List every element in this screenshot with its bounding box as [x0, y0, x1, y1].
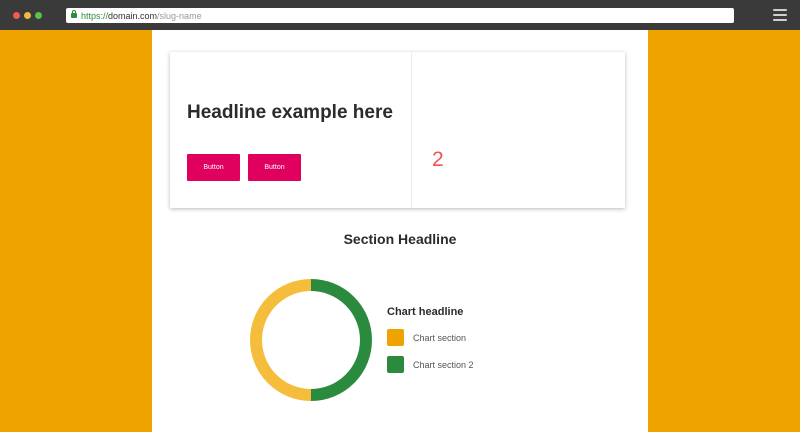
maximize-window-dot[interactable]	[35, 12, 42, 19]
hero-text-panel: Headline example here Button Button	[170, 52, 411, 208]
hero-card: Headline example here Button Button 2	[170, 52, 625, 208]
legend-label: Chart section	[413, 332, 467, 343]
page-content: Headline example here Button Button 2 Se…	[152, 30, 648, 432]
legend-item: Chart section 2	[387, 356, 474, 373]
url-path: /slug-name	[157, 10, 202, 21]
donut-chart	[250, 279, 372, 401]
browser-toolbar: https://domain.com/slug-name	[0, 0, 800, 30]
address-bar[interactable]: https://domain.com/slug-name	[66, 8, 734, 23]
chart-headline: Chart headline	[387, 306, 464, 318]
minimize-window-dot[interactable]	[24, 12, 31, 19]
hamburger-menu-icon[interactable]	[773, 9, 787, 21]
url-domain: domain.com	[108, 10, 158, 21]
primary-button[interactable]: Button	[187, 154, 240, 181]
hero-headline: Headline example here	[187, 102, 393, 123]
legend-item: Chart section	[387, 329, 466, 346]
close-window-dot[interactable]	[13, 12, 20, 19]
donut-arc-right	[310, 279, 372, 401]
section-headline: Section Headline	[343, 231, 457, 247]
hero-panel-number: 2	[432, 148, 444, 171]
legend-swatch	[387, 329, 404, 346]
lock-icon	[71, 10, 77, 20]
url-scheme: https://	[81, 10, 109, 21]
secondary-button[interactable]: Button	[248, 154, 301, 181]
legend-swatch	[387, 356, 404, 373]
legend-label: Chart section 2	[413, 359, 474, 370]
hero-divider	[411, 52, 412, 208]
donut-arc-left	[250, 279, 312, 401]
